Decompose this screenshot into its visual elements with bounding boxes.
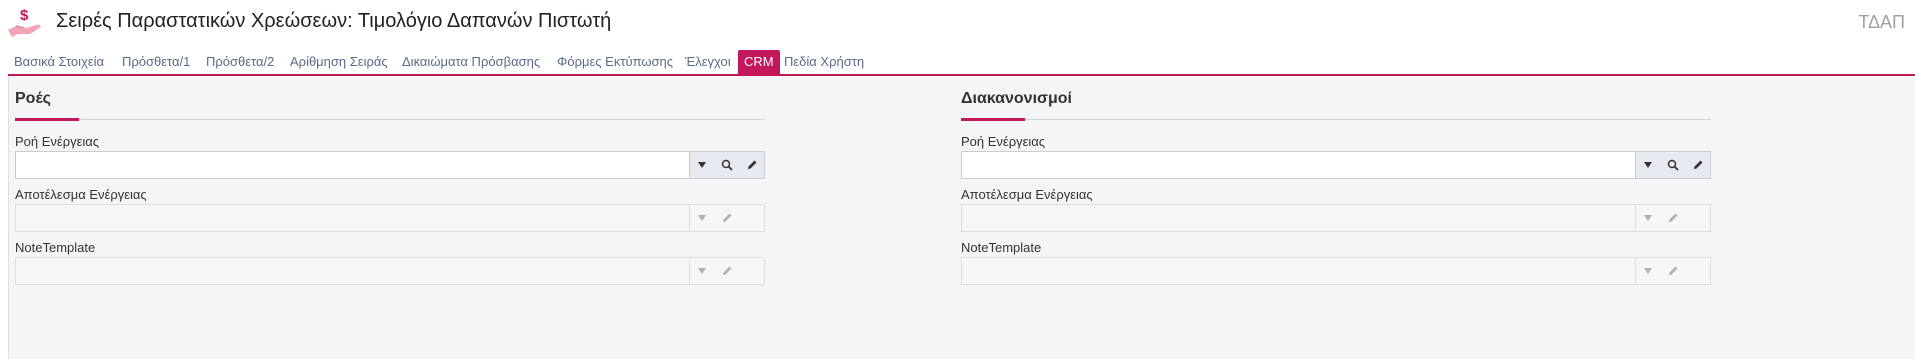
crm-panel: Ροές Ροή Ενέργειας Αποτέλεσμα Ενέργειας … — [8, 76, 1915, 359]
section-title: Διακανονισμοί — [961, 90, 1072, 107]
dropdown-arrow-icon — [1636, 258, 1660, 284]
dropdown-arrow-icon[interactable] — [1636, 152, 1660, 178]
hand-dollar-icon: $ — [8, 7, 41, 37]
dropdown-arrow-icon — [1636, 205, 1660, 231]
section-divider — [961, 119, 1711, 120]
action-result-field — [15, 204, 765, 232]
tab-extra-1[interactable]: Πρόσθετα/1 — [122, 50, 190, 74]
action-flow-input[interactable] — [962, 152, 1644, 178]
tab-series-numbering[interactable]: Αρίθμηση Σειράς — [290, 50, 388, 74]
section-divider — [15, 119, 765, 120]
dropdown-arrow-icon — [690, 205, 714, 231]
dropdown-arrow-icon[interactable] — [690, 152, 714, 178]
field-buttons — [689, 152, 764, 178]
edit-pencil-icon — [715, 205, 739, 231]
tab-crm[interactable]: CRM — [738, 50, 780, 74]
note-template-field — [15, 257, 765, 285]
action-flow-input[interactable] — [16, 152, 698, 178]
field-label: Ροή Ενέργειας — [15, 134, 100, 149]
tab-basic-info[interactable]: Βασικά Στοιχεία — [14, 50, 104, 74]
page-title: Σειρές Παραστατικών Χρεώσεων: Τιμολόγιο … — [56, 10, 612, 32]
action-flow-field[interactable] — [961, 151, 1711, 179]
action-result-input — [962, 205, 1644, 231]
edit-pencil-icon[interactable] — [740, 152, 764, 178]
action-result-field — [961, 204, 1711, 232]
tab-extra-2[interactable]: Πρόσθετα/2 — [206, 50, 274, 74]
field-label: Ροή Ενέργειας — [961, 134, 1046, 149]
tab-checks[interactable]: Έλεγχοι — [685, 50, 731, 74]
section-accent-bar — [961, 118, 1025, 121]
svg-text:$: $ — [20, 7, 29, 24]
edit-pencil-icon[interactable] — [1686, 152, 1710, 178]
tab-print-forms[interactable]: Φόρμες Εκτύπωσης — [557, 50, 673, 74]
note-template-field — [961, 257, 1711, 285]
tab-bar: Βασικά Στοιχεία Πρόσθετα/1 Πρόσθετα/2 Αρ… — [0, 50, 1915, 74]
action-result-input — [16, 205, 698, 231]
note-template-input — [16, 258, 698, 284]
series-code: ΤΔΑΠ — [1858, 12, 1905, 32]
search-icon[interactable] — [1661, 152, 1685, 178]
tab-user-fields[interactable]: Πεδία Χρήστη — [784, 50, 864, 74]
field-buttons — [1635, 205, 1710, 231]
search-icon[interactable] — [715, 152, 739, 178]
tab-access-rights[interactable]: Δικαιώματα Πρόσβασης — [402, 50, 540, 74]
field-buttons — [689, 258, 764, 284]
edit-pencil-icon — [1661, 205, 1685, 231]
edit-pencil-icon — [1661, 258, 1685, 284]
page-header: $ Σειρές Παραστατικών Χρεώσεων: Τιμολόγι… — [0, 0, 1915, 44]
note-template-input — [962, 258, 1644, 284]
edit-pencil-icon — [715, 258, 739, 284]
field-label: Αποτέλεσμα Ενέργειας — [15, 187, 147, 202]
field-buttons — [1635, 258, 1710, 284]
field-buttons — [689, 205, 764, 231]
field-buttons — [1635, 152, 1710, 178]
section-accent-bar — [15, 118, 79, 121]
action-flow-field[interactable] — [15, 151, 765, 179]
field-label: NoteTemplate — [961, 240, 1042, 255]
section-title: Ροές — [15, 90, 51, 107]
field-label: NoteTemplate — [15, 240, 96, 255]
field-label: Αποτέλεσμα Ενέργειας — [961, 187, 1093, 202]
dropdown-arrow-icon — [690, 258, 714, 284]
